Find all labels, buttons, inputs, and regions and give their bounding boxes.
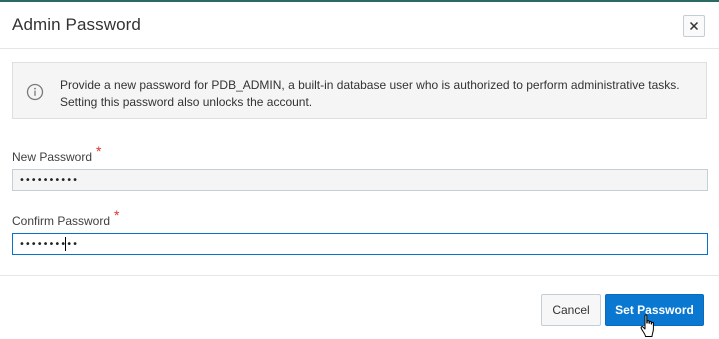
new-password-label: New Password * (12, 143, 101, 164)
info-message-text: Provide a new password for PDB_ADMIN, a … (60, 77, 690, 111)
new-password-field[interactable] (12, 169, 708, 191)
info-message-box: Provide a new password for PDB_ADMIN, a … (12, 62, 707, 119)
dialog-header: Admin Password (0, 2, 719, 49)
required-asterisk: * (114, 207, 120, 223)
admin-password-dialog: Admin Password Provide a new password fo… (0, 2, 719, 338)
confirm-password-field[interactable] (12, 233, 708, 255)
confirm-password-label: Confirm Password * (12, 207, 119, 228)
info-message-line-1: Provide a new password for PDB_ADMIN, a … (60, 78, 680, 92)
info-icon (26, 83, 44, 101)
text-caret (65, 237, 66, 251)
new-password-label-text: New Password (12, 150, 93, 164)
dialog-title: Admin Password (12, 15, 141, 34)
info-message-line-2: Setting this password also unlocks the a… (60, 95, 313, 109)
close-icon (689, 21, 699, 31)
hand-pointer-cursor-icon (640, 314, 654, 337)
confirm-password-label-text: Confirm Password (12, 214, 111, 228)
cancel-button[interactable]: Cancel (541, 294, 601, 326)
dialog-footer: Cancel Set Password (0, 275, 719, 339)
close-button[interactable] (683, 15, 705, 37)
required-asterisk: * (96, 143, 102, 159)
